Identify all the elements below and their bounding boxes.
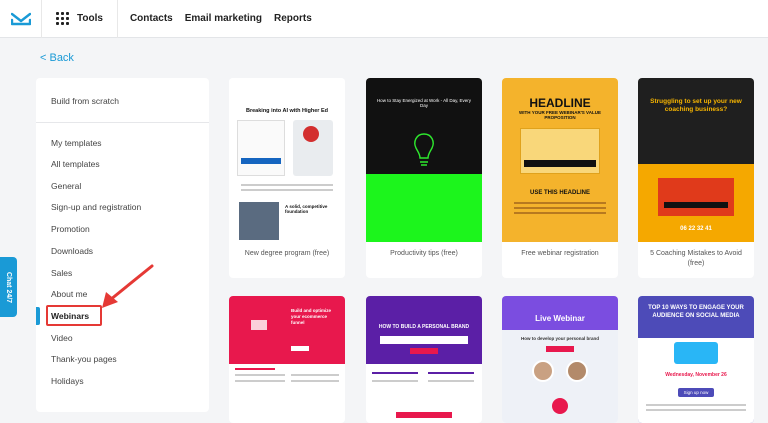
template-card[interactable]: HOW TO BUILD A PERSONAL BRAND bbox=[366, 296, 482, 423]
tools-menu[interactable]: Tools bbox=[42, 0, 118, 38]
sidebar-item-promotion[interactable]: Promotion bbox=[51, 224, 90, 234]
thumbnail-title: TOP 10 WAYS TO ENGAGE YOUR AUDIENCE ON S… bbox=[648, 305, 744, 319]
sidebar-item-sales[interactable]: Sales bbox=[51, 268, 72, 278]
apps-grid-icon bbox=[56, 12, 69, 25]
template-thumbnail: HOW TO BUILD A PERSONAL BRAND bbox=[366, 296, 482, 364]
sidebar-item-video[interactable]: Video bbox=[51, 333, 73, 343]
nav-reports[interactable]: Reports bbox=[274, 13, 312, 24]
thumbnail-title: HEADLINE bbox=[529, 96, 591, 110]
sidebar-item-webinars[interactable]: Webinars bbox=[51, 311, 89, 321]
sidebar-item-holidays[interactable]: Holidays bbox=[51, 376, 84, 386]
template-label: New degree program (free) bbox=[244, 250, 330, 257]
sidebar-item-thank-you-pages[interactable]: Thank-you pages bbox=[51, 354, 117, 364]
top-navigation-bar: Tools Contacts Email marketing Reports bbox=[0, 0, 768, 38]
nav-contacts[interactable]: Contacts bbox=[130, 13, 173, 24]
thumbnail-subtitle-2: USE THIS HEADLINE bbox=[529, 190, 590, 196]
thumbnail-title: HOW TO BUILD A PERSONAL BRAND bbox=[378, 324, 470, 330]
thumbnail-signup-button: Sign up now bbox=[678, 388, 714, 397]
thumbnail-subtitle: How to develop your personal brand bbox=[520, 336, 599, 341]
template-label: Productivity tips (free) bbox=[390, 250, 458, 257]
template-card[interactable]: Struggling to set up your new coaching b… bbox=[638, 78, 754, 278]
template-thumbnail: Build and optimize your ecommerce funnel bbox=[229, 296, 345, 364]
thumbnail-date: Wednesday, November 26 bbox=[665, 372, 727, 378]
thumbnail-subtitle: A solid, competitive foundation bbox=[285, 204, 328, 214]
thumbnail-title: Live Webinar bbox=[535, 314, 585, 323]
template-thumbnail: HEADLINE WITH YOUR FREE WEBINAR'S VALUE … bbox=[502, 78, 618, 242]
template-label: 5 Coaching Mistakes to Avoid (free) bbox=[650, 250, 742, 267]
sidebar-item-my-templates[interactable]: My templates bbox=[51, 138, 102, 148]
countdown-timer: 06 22 32 41 bbox=[680, 226, 712, 232]
tools-label: Tools bbox=[77, 13, 103, 24]
sidebar-item-signup-registration[interactable]: Sign-up and registration bbox=[51, 202, 141, 212]
chat-tab[interactable]: Chat 24/7 bbox=[0, 257, 17, 317]
sidebar-item-general[interactable]: General bbox=[51, 181, 81, 191]
template-card[interactable]: How to Stay Energized at Work - All Day,… bbox=[366, 78, 482, 278]
template-card[interactable]: Breaking into AI with Higher Ed A solid,… bbox=[229, 78, 345, 278]
sidebar-divider bbox=[36, 122, 209, 123]
thumbnail-subtitle: WITH YOUR FREE WEBINAR'S VALUE PROPOSITI… bbox=[519, 110, 601, 120]
sidebar-item-about-me[interactable]: About me bbox=[51, 289, 87, 299]
template-card[interactable]: HEADLINE WITH YOUR FREE WEBINAR'S VALUE … bbox=[502, 78, 618, 278]
nav-email-marketing[interactable]: Email marketing bbox=[185, 13, 262, 24]
template-card[interactable]: TOP 10 WAYS TO ENGAGE YOUR AUDIENCE ON S… bbox=[638, 296, 754, 423]
red-arrow-icon bbox=[102, 264, 154, 308]
template-category-sidebar: Build from scratch My templates All temp… bbox=[36, 78, 209, 412]
template-thumbnail: Struggling to set up your new coaching b… bbox=[638, 78, 754, 242]
lightbulb-icon bbox=[414, 133, 434, 166]
sidebar-item-all-templates[interactable]: All templates bbox=[51, 159, 100, 169]
template-thumbnail: TOP 10 WAYS TO ENGAGE YOUR AUDIENCE ON S… bbox=[638, 296, 754, 423]
template-card[interactable]: Live Webinar How to develop your persona… bbox=[502, 296, 618, 423]
template-card[interactable]: Build and optimize your ecommerce funnel bbox=[229, 296, 345, 423]
back-link[interactable]: < Back bbox=[40, 52, 74, 64]
template-thumbnail: Live Webinar How to develop your persona… bbox=[502, 296, 618, 423]
active-indicator bbox=[36, 307, 40, 325]
template-thumbnail: Breaking into AI with Higher Ed A solid,… bbox=[229, 78, 345, 242]
template-label: Free webinar registration bbox=[521, 250, 599, 257]
thumbnail-title: Breaking into AI with Higher Ed bbox=[246, 108, 328, 114]
envelope-logo-icon bbox=[10, 12, 31, 25]
thumbnail-title: Struggling to set up your new coaching b… bbox=[650, 98, 742, 113]
sidebar-item-build-from-scratch[interactable]: Build from scratch bbox=[51, 96, 119, 106]
thumbnail-title: How to Stay Energized at Work - All Day,… bbox=[376, 98, 472, 108]
template-thumbnail: How to Stay Energized at Work - All Day,… bbox=[366, 78, 482, 242]
sidebar-item-downloads[interactable]: Downloads bbox=[51, 246, 93, 256]
thumbnail-title: Build and optimize your ecommerce funnel bbox=[291, 308, 331, 325]
app-logo[interactable] bbox=[0, 0, 42, 38]
chat-label: Chat 24/7 bbox=[5, 271, 12, 303]
